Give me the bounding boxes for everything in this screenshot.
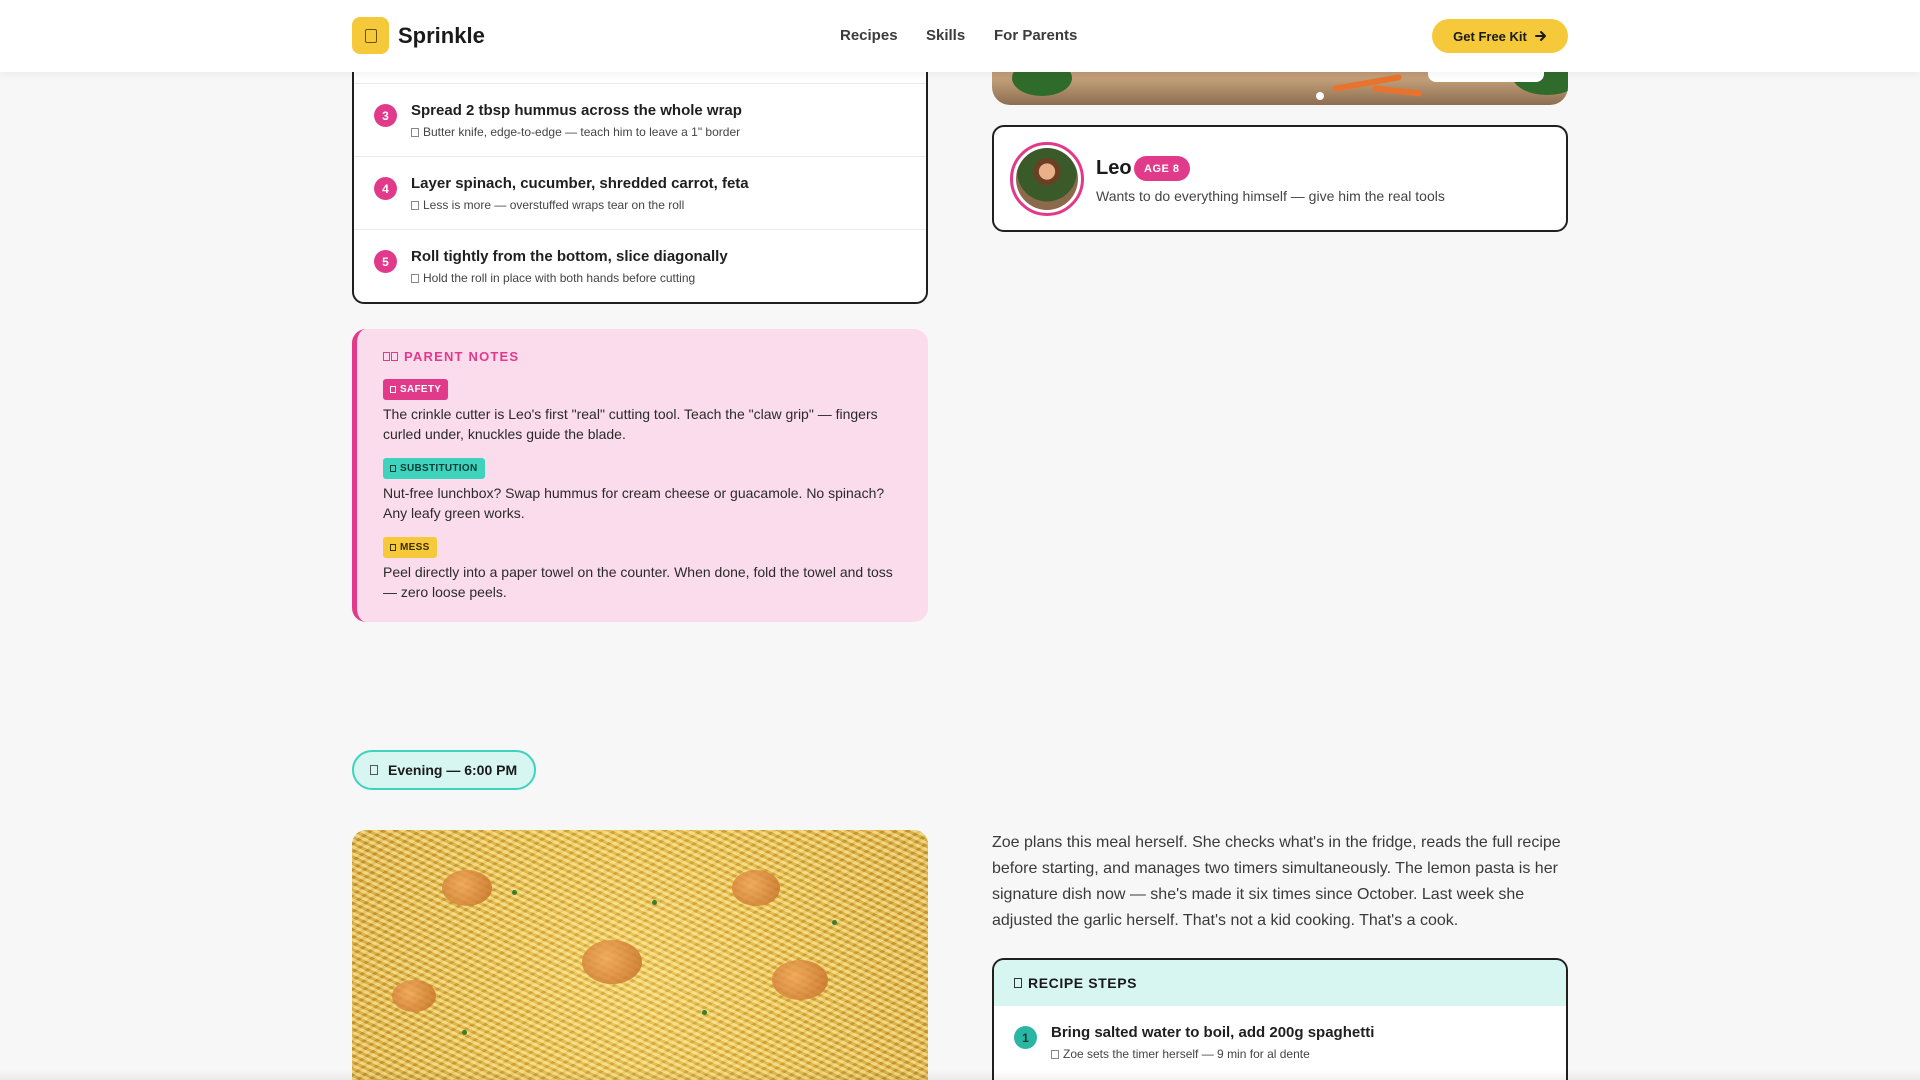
step-row: 5 Roll tightly from the bottom, slice di… [354, 229, 926, 302]
tip-icon [411, 200, 419, 210]
substitution-tag: SUBSTITUTION [383, 458, 485, 479]
step-tip: Hold the roll in place with both hands b… [411, 271, 695, 285]
age-badge: AGE 8 [1134, 156, 1190, 181]
step-tip: Zoe sets the timer herself — 9 min for a… [1051, 1047, 1310, 1061]
evening-time-pill: Evening — 6:00 PM [352, 750, 536, 790]
tip-icon [411, 273, 419, 283]
safety-icon [390, 386, 396, 393]
parent-notes-heading: PARENT NOTES [383, 349, 519, 364]
step-number: 1 [1014, 1026, 1037, 1049]
step-title: Layer spinach, cucumber, shredded carrot… [411, 175, 749, 192]
lemon-pasta-photo [352, 830, 928, 1080]
mess-tag: MESS [383, 537, 437, 558]
parent-notes-icon [383, 352, 398, 361]
parent-notes: PARENT NOTES SAFETY The crinkle cutter i… [352, 329, 928, 622]
safety-note: The crinkle cutter is Leo's first "real"… [383, 406, 878, 442]
brand-name[interactable]: Sprinkle [398, 23, 485, 49]
recipe-steps-card: 3 Spread 2 tbsp hummus across the whole … [352, 60, 928, 304]
step-tip: Butter knife, edge-to-edge — teach him t… [411, 125, 740, 139]
site-header: Sprinkle Recipes Skills For Parents Get … [0, 0, 1920, 72]
mess-note: Peel directly into a paper towel on the … [383, 564, 893, 600]
step-title: Bring salted water to boil, add 200g spa… [1051, 1024, 1375, 1041]
cta-label: Get Free Kit [1453, 28, 1527, 44]
carousel-dot[interactable] [1316, 92, 1324, 100]
scroll-fade [0, 1070, 1920, 1080]
nav-skills[interactable]: Skills [926, 27, 965, 44]
evening-label: Evening — 6:00 PM [388, 762, 518, 778]
tip-icon [411, 127, 419, 137]
kid-description: Wants to do everything himself — give hi… [1096, 188, 1445, 204]
moon-icon [370, 765, 378, 775]
step-title: Spread 2 tbsp hummus across the whole wr… [411, 102, 742, 119]
avatar [1010, 142, 1084, 216]
get-free-kit-button[interactable]: Get Free Kit [1432, 19, 1568, 53]
step-number: 3 [374, 104, 397, 127]
step-tip: Less is more — overstuffed wraps tear on… [411, 198, 684, 212]
step-row: 3 Spread 2 tbsp hummus across the whole … [354, 83, 926, 156]
kid-profile-card: Leo AGE 8 Wants to do everything himself… [992, 125, 1568, 232]
arrow-right-icon [1534, 31, 1546, 41]
evening-description: Zoe plans this meal herself. She checks … [992, 834, 1561, 929]
mess-icon [390, 544, 396, 551]
recipe-steps-heading: RECIPE STEPS [994, 960, 1566, 1006]
list-icon [1014, 978, 1022, 988]
substitution-note: Nut-free lunchbox? Swap hummus for cream… [383, 485, 885, 521]
kid-name: Leo [1096, 157, 1132, 179]
step-row: 1 Bring salted water to boil, add 200g s… [994, 1006, 1566, 1079]
nav-for-parents[interactable]: For Parents [994, 27, 1077, 44]
step-title: Roll tightly from the bottom, slice diag… [411, 248, 728, 265]
logo-icon[interactable] [352, 17, 389, 54]
substitution-icon [390, 465, 396, 472]
step-row: 4 Layer spinach, cucumber, shredded carr… [354, 156, 926, 229]
evening-recipe-steps-card: RECIPE STEPS 1 Bring salted water to boi… [992, 958, 1568, 1080]
safety-tag: SAFETY [383, 379, 449, 400]
step-number: 5 [374, 250, 397, 273]
step-number: 4 [374, 177, 397, 200]
tip-icon [1051, 1049, 1059, 1059]
nav-recipes[interactable]: Recipes [840, 27, 898, 44]
